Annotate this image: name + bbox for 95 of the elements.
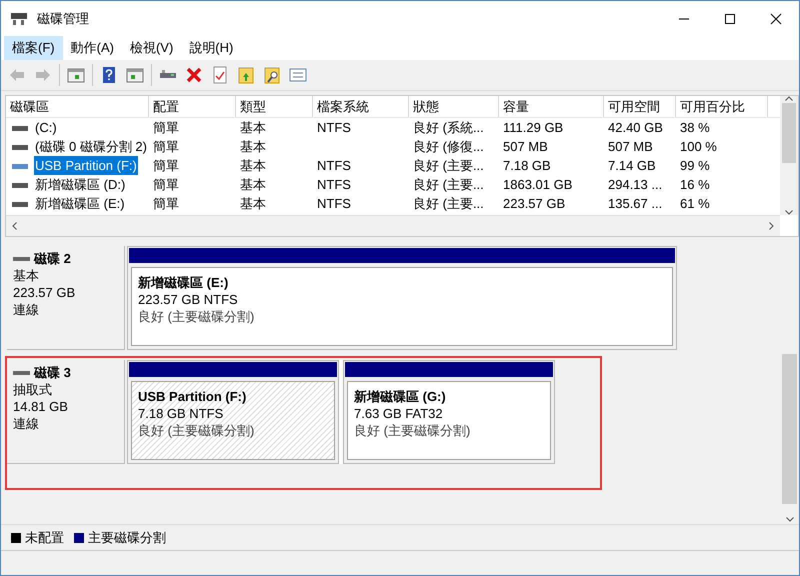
table-cell-text: NTFS <box>317 157 351 175</box>
table-cell-text: 223.57 GB <box>503 195 566 213</box>
volume-name[interactable]: (C:) <box>34 118 58 137</box>
disk-size: 14.81 GB <box>13 398 69 415</box>
menu-item[interactable]: 檢視(V) <box>122 36 182 60</box>
partition[interactable]: 新增磁碟區 (G:) 7.63 GB FAT32 良好 (主要磁碟分割) <box>343 360 555 464</box>
window-title: 磁碟管理 <box>37 10 89 28</box>
table-cell-text: 基本 <box>240 195 266 213</box>
volume-name[interactable]: USB Partition (F:) <box>34 156 138 175</box>
column-header[interactable]: 可用百分比 <box>676 96 768 117</box>
list-icon <box>289 66 307 84</box>
scrollbar-thumb[interactable] <box>782 103 796 163</box>
table-cell-text: 16 % <box>680 176 710 194</box>
table-cell-text: 良好 (主要... <box>413 176 484 194</box>
table-cell-text: 良好 (系統... <box>413 119 484 137</box>
scroll-down-icon[interactable] <box>786 517 794 522</box>
partition[interactable]: USB Partition (F:) 7.18 GB NTFS 良好 (主要磁碟分割) <box>127 360 339 464</box>
panel-icon <box>126 66 144 84</box>
table-cell-text: 99 % <box>680 157 710 175</box>
column-header[interactable]: 容量 <box>499 96 604 117</box>
table-cell-text: 38 % <box>680 119 710 137</box>
table-cell-text: 100 % <box>680 138 717 156</box>
disk-status: 連線 <box>13 301 40 318</box>
table-cell-text: 基本 <box>240 176 266 194</box>
column-header[interactable]: 檔案系統 <box>313 96 409 117</box>
checked-document-icon <box>211 66 229 84</box>
scroll-right-icon[interactable] <box>769 222 774 230</box>
menu-item[interactable]: 檔案(F) <box>4 36 63 60</box>
folder-up-arrow-button[interactable] <box>236 65 256 85</box>
partition-size: 223.57 GB NTFS <box>138 291 239 308</box>
help-icon <box>100 66 118 84</box>
table-cell-text: 111.29 GB <box>503 119 564 137</box>
disk-type: 抽取式 <box>13 381 53 398</box>
table-cell-text: 基本 <box>240 119 266 137</box>
partition-status: 良好 (主要磁碟分割) <box>354 422 472 439</box>
column-header[interactable]: 可用空間 <box>604 96 676 117</box>
table-cell-text: 良好 (修復... <box>413 138 484 156</box>
table-cell-text: 507 MB <box>608 138 653 156</box>
folder-magnifier-icon <box>263 66 281 84</box>
table-cell-text: 簡單 <box>153 138 179 156</box>
menu-item[interactable]: 說明(H) <box>181 36 242 60</box>
table-cell-text: 42.40 GB <box>608 119 663 137</box>
table-cell-text: 1863.01 GB <box>503 176 572 194</box>
column-header[interactable]: 類型 <box>236 96 313 117</box>
volume-name[interactable]: 新增磁碟區 (E:) <box>34 194 126 213</box>
table-cell-text: 294.13 ... <box>608 176 662 194</box>
partition-size: 7.18 GB NTFS <box>138 405 224 422</box>
table-cell-text: 507 MB <box>503 138 548 156</box>
table-cell-text: 7.14 GB <box>608 157 656 175</box>
folder-magnifier-button[interactable] <box>262 65 282 85</box>
scroll-up-icon[interactable] <box>785 96 793 101</box>
panel-icon <box>67 66 85 84</box>
table-cell-text: NTFS <box>317 176 351 194</box>
table-cell-text: 7.18 GB <box>503 157 551 175</box>
close-icon <box>770 12 782 24</box>
partition-status: 良好 (主要磁碟分割) <box>138 308 256 325</box>
delete-icon <box>185 66 203 84</box>
column-header[interactable]: 磁碟區 <box>6 96 149 117</box>
volume-name[interactable]: (磁碟 0 磁碟分割 2) <box>34 137 148 156</box>
partition[interactable]: 新增磁碟區 (E:) 223.57 GB NTFS 良好 (主要磁碟分割) <box>127 246 677 350</box>
column-header[interactable]: 狀態 <box>409 96 499 117</box>
disk-size: 223.57 GB <box>13 284 76 301</box>
maximize-icon <box>724 12 736 24</box>
menu-item[interactable]: 動作(A) <box>62 36 122 60</box>
legend-label: 未配置 <box>25 528 64 546</box>
column-header[interactable]: 配置 <box>149 96 236 117</box>
table-cell-text: 簡單 <box>153 157 179 175</box>
disk-drive-icon <box>9 10 29 26</box>
partition-name: 新增磁碟區 (G:) <box>354 388 447 405</box>
scroll-down-icon[interactable] <box>785 210 793 215</box>
legend-label: 主要磁碟分割 <box>88 528 166 546</box>
delete-button[interactable] <box>184 65 204 85</box>
table-cell-text: 簡單 <box>153 119 179 137</box>
table-cell-text: 135.67 ... <box>608 195 662 213</box>
volume-name[interactable]: 新增磁碟區 (D:) <box>34 175 126 194</box>
table-cell-text: 良好 (主要... <box>413 195 484 213</box>
partition-size: 7.63 GB FAT32 <box>354 405 444 422</box>
table-cell-text: 良好 (主要... <box>413 157 484 175</box>
table-cell-text: 簡單 <box>153 195 179 213</box>
partition-status: 良好 (主要磁碟分割) <box>138 422 256 439</box>
table-cell-text: 61 % <box>680 195 710 213</box>
forward-arrow-icon <box>34 66 52 84</box>
table-cell-text: NTFS <box>317 195 351 213</box>
partition-name: 新增磁碟區 (E:) <box>138 274 230 291</box>
partition-name: USB Partition (F:) <box>138 388 248 405</box>
table-cell-text: 基本 <box>240 138 266 156</box>
disk-name: 磁碟 3 <box>34 364 71 381</box>
table-cell-text: 基本 <box>240 157 266 175</box>
scrollbar-thumb[interactable] <box>782 354 797 504</box>
disk-name: 磁碟 2 <box>34 250 71 267</box>
disk-type: 基本 <box>13 267 40 284</box>
scroll-left-icon[interactable] <box>12 222 17 230</box>
disk-status: 連線 <box>13 415 40 432</box>
table-cell-text: 簡單 <box>153 176 179 194</box>
table-cell-text: NTFS <box>317 119 351 137</box>
